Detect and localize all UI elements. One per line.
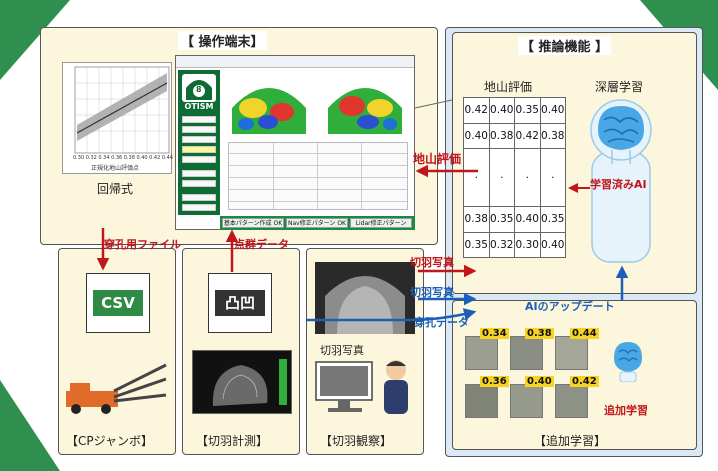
connector-terminal-inference xyxy=(414,99,453,109)
face-photo-blue-label: 切羽写真 xyxy=(410,286,454,299)
point-cloud-label: 点群データ xyxy=(234,238,289,251)
drill-file-label: 穿孔用ファイル xyxy=(104,238,181,251)
face-photo-red-label: 切羽写真 xyxy=(410,256,454,269)
ground-eval-arrow-label: 地山評価 xyxy=(413,152,462,166)
ai-update-label: AIのアップデート xyxy=(525,300,615,313)
drill-data-label: 穿孔データ xyxy=(414,316,469,329)
